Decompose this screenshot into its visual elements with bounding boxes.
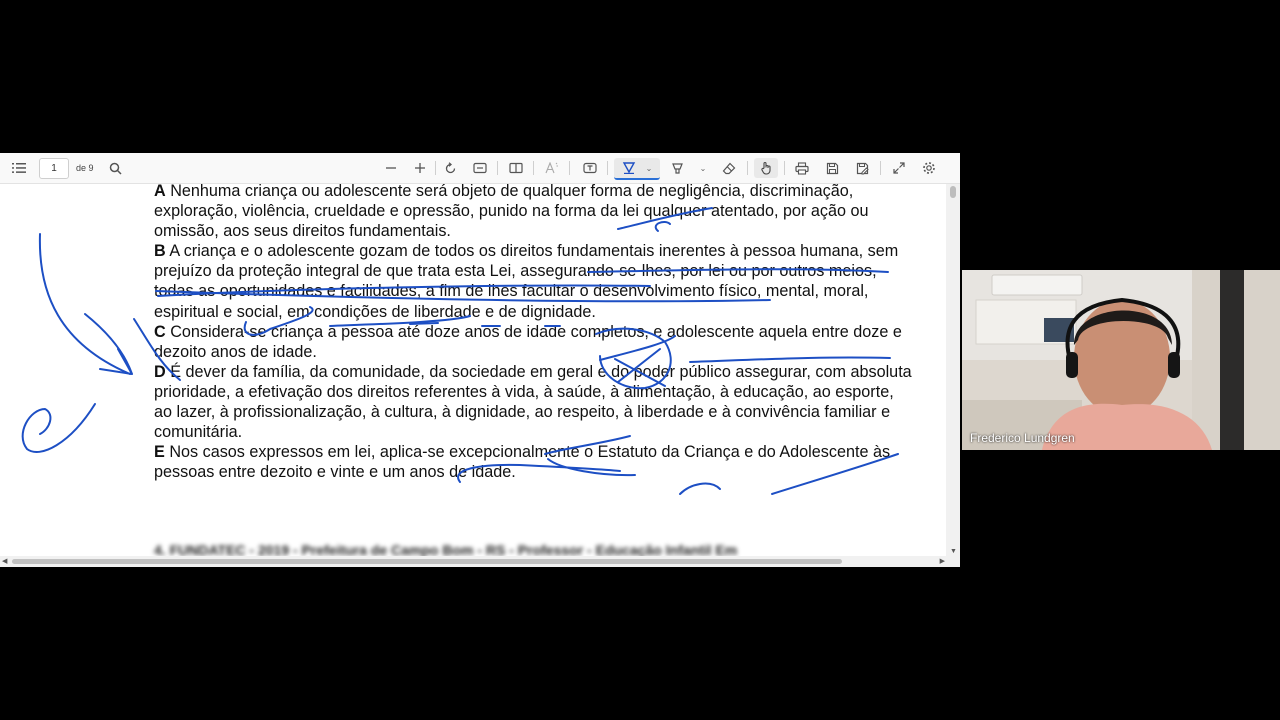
webcam-tile: Frederico Lundgren xyxy=(962,270,1280,450)
contents-list-icon[interactable] xyxy=(10,158,28,178)
scroll-down-arrow-icon[interactable]: ▼ xyxy=(950,548,957,555)
page-total-label: de 9 xyxy=(76,163,94,173)
participant-name: Frederico Lundgren xyxy=(970,431,1075,445)
option-d: D É dever da família, da comunidade, da … xyxy=(154,362,914,442)
page-view-icon[interactable] xyxy=(507,158,525,178)
next-question-title: 4. FUNDATEC - 2019 - Prefeitura de Campo… xyxy=(154,542,738,556)
rotate-icon[interactable] xyxy=(441,158,459,178)
chevron-down-icon[interactable]: ⌄ xyxy=(646,164,653,173)
option-text: Nenhuma criança ou adolescente será obje… xyxy=(154,184,869,241)
draw-tool-button[interactable]: ⌄ xyxy=(614,158,660,180)
gear-icon[interactable] xyxy=(920,158,938,178)
option-c: C Considera-se criança a pessoa até doze… xyxy=(154,322,914,362)
option-text: É dever da família, da comunidade, da so… xyxy=(154,362,912,442)
option-letter: E xyxy=(154,443,165,462)
option-e: E Nos casos expressos em lei, aplica-se … xyxy=(154,442,914,482)
highlight-chevron-down-icon[interactable]: ⌄ xyxy=(696,158,710,178)
document-page[interactable]: A Nenhuma criança ou adolescente será ob… xyxy=(0,184,946,556)
eraser-icon[interactable] xyxy=(720,158,738,178)
scroll-right-arrow-icon[interactable]: ▶ xyxy=(940,557,945,565)
option-text: Considera-se criança a pessoa até doze a… xyxy=(154,322,902,361)
zoom-in-icon[interactable] xyxy=(411,158,429,178)
pdf-viewer: 1 de 9 ⌄ ⌄ A Nenhuma criança ou adolesce… xyxy=(0,153,960,567)
save-icon[interactable] xyxy=(823,158,841,178)
scroll-left-arrow-icon[interactable]: ◀ xyxy=(2,557,7,565)
option-b: B A criança e o adolescente gozam de tod… xyxy=(154,241,914,321)
option-letter: C xyxy=(154,322,166,341)
zoom-out-icon[interactable] xyxy=(382,158,400,178)
page-number-input[interactable]: 1 xyxy=(39,158,69,179)
save-as-icon[interactable] xyxy=(853,158,871,178)
answer-options: A Nenhuma criança ou adolescente será ob… xyxy=(154,184,914,482)
fit-width-icon[interactable] xyxy=(471,158,489,178)
option-letter: D xyxy=(154,362,166,381)
print-icon[interactable] xyxy=(793,158,811,178)
text-box-icon[interactable] xyxy=(581,158,599,178)
touch-hand-icon[interactable] xyxy=(754,158,778,178)
option-letter: B xyxy=(154,242,166,261)
horizontal-scroll-thumb[interactable] xyxy=(12,559,842,564)
participant-video xyxy=(962,270,1280,450)
option-a: A Nenhuma criança ou adolescente será ob… xyxy=(154,184,914,241)
highlight-icon[interactable] xyxy=(668,158,686,178)
read-aloud-icon[interactable] xyxy=(543,158,561,178)
option-text: A criança e o adolescente gozam de todos… xyxy=(154,242,899,321)
expand-icon[interactable] xyxy=(890,158,908,178)
vertical-scrollbar[interactable]: ▼ xyxy=(946,184,960,556)
horizontal-scrollbar[interactable]: ◀ ▶ xyxy=(0,556,960,567)
pdf-toolbar: 1 de 9 ⌄ ⌄ xyxy=(0,153,960,184)
vertical-scroll-thumb[interactable] xyxy=(950,186,956,198)
option-letter: A xyxy=(154,184,166,200)
search-icon[interactable] xyxy=(106,158,124,178)
option-text: Nos casos expressos em lei, aplica-se ex… xyxy=(154,443,891,482)
